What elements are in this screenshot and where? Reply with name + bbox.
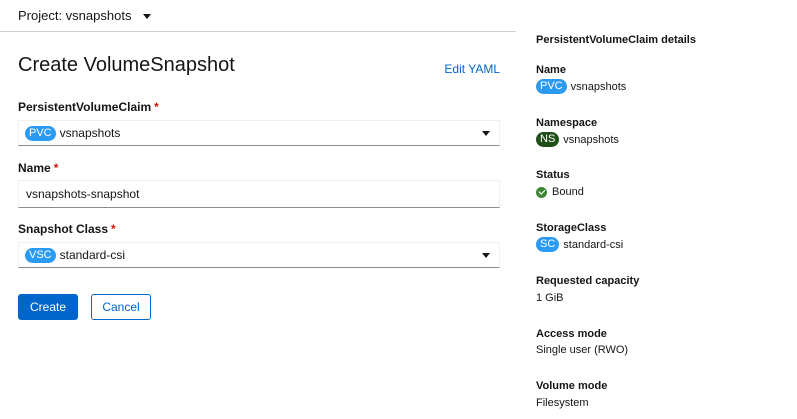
snapshot-class-select-value: standard-csi: [59, 248, 125, 262]
sc-badge: SC: [536, 237, 560, 252]
project-selector[interactable]: Project: vsnapshots: [18, 8, 152, 23]
project-selector-label: Project: vsnapshots: [18, 8, 132, 23]
name-input[interactable]: [18, 180, 500, 208]
pvc-label: PersistentVolumeClaim *: [18, 100, 159, 114]
name-label: Name *: [18, 161, 59, 175]
detail-access-mode-label: Access mode: [536, 328, 607, 340]
detail-status-value: Bound: [536, 186, 584, 198]
caret-down-icon: [482, 253, 490, 258]
detail-capacity-value: 1 GiB: [536, 292, 564, 304]
required-marker: *: [53, 161, 59, 175]
detail-namespace-label: Namespace: [536, 117, 598, 129]
details-title: PersistentVolumeClaim details: [536, 34, 696, 46]
detail-volume-mode-label: Volume mode: [536, 380, 608, 392]
detail-volume-mode-value: Filesystem: [536, 397, 589, 409]
detail-name-label: Name: [536, 64, 566, 76]
check-circle-icon: [536, 186, 547, 198]
pvc-badge: PVC: [536, 79, 567, 94]
detail-access-mode-value: Single user (RWO): [536, 344, 629, 356]
detail-name-value[interactable]: PVC vsnapshots: [536, 79, 626, 94]
edit-yaml-link[interactable]: Edit YAML: [444, 62, 500, 76]
ns-badge: NS: [536, 132, 560, 147]
snapshot-class-label: Snapshot Class *: [18, 222, 116, 236]
detail-storage-class-label: StorageClass: [536, 222, 607, 234]
pvc-badge: PVC: [25, 125, 56, 141]
required-marker: *: [111, 222, 116, 236]
caret-down-icon: [143, 13, 152, 19]
create-button[interactable]: Create: [18, 294, 78, 320]
detail-capacity-label: Requested capacity: [536, 275, 640, 287]
caret-down-icon: [482, 131, 490, 136]
snapshot-class-select[interactable]: VSC standard-csi: [18, 242, 500, 268]
detail-storage-class-value[interactable]: SC standard-csi: [536, 237, 623, 252]
cancel-button[interactable]: Cancel: [91, 294, 151, 320]
vsc-badge: VSC: [25, 247, 56, 263]
required-marker: *: [154, 100, 159, 114]
page-title: Create VolumeSnapshot: [18, 54, 235, 76]
detail-status-label: Status: [536, 169, 570, 181]
pvc-select[interactable]: PVC vsnapshots: [18, 120, 500, 146]
pvc-select-value: vsnapshots: [59, 126, 121, 140]
project-bar: Project: vsnapshots: [0, 0, 516, 32]
detail-namespace-value[interactable]: NS vsnapshots: [536, 132, 619, 147]
